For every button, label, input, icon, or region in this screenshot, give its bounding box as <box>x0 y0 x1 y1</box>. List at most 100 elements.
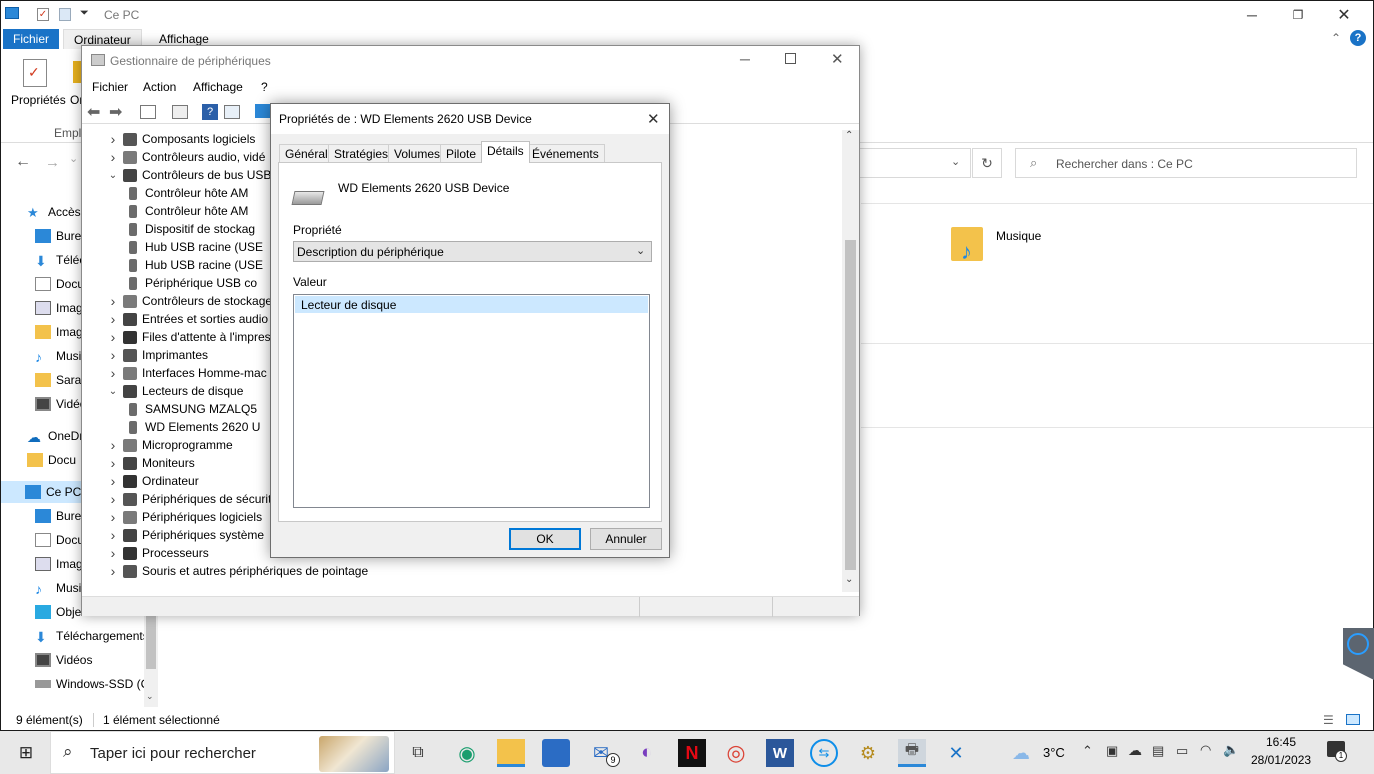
tree-row[interactable]: › Contrôleurs de stockage <box>106 292 272 310</box>
maximize-button[interactable] <box>785 53 796 64</box>
tree-row[interactable]: › Processeurs <box>106 544 209 562</box>
clock-date[interactable]: 28/01/2023 <box>1251 753 1311 767</box>
clock-time[interactable]: 16:45 <box>1266 735 1296 749</box>
collapse-chevron-icon[interactable]: › <box>106 545 120 561</box>
show-hidden-icons-icon[interactable]: ⌃ <box>1082 743 1093 759</box>
nav-onedrive[interactable]: ☁ OneDr <box>27 425 83 447</box>
back-arrow-icon[interactable]: ← <box>15 153 31 171</box>
music-folder-label[interactable]: Musique <box>996 229 1041 243</box>
music-folder-item[interactable]: ♪ <box>949 223 989 265</box>
tree-row[interactable]: › Imprimantes <box>106 346 208 364</box>
device-manager-taskbar-icon[interactable]: 🖶 <box>898 739 926 767</box>
forward-arrow-icon[interactable]: ➡ <box>109 102 122 122</box>
collapse-chevron-icon[interactable]: › <box>106 563 120 579</box>
tree-row[interactable]: Contrôleur hôte AM <box>125 184 248 202</box>
details-view-icon[interactable]: ☰ <box>1323 713 1334 727</box>
nav-images-3[interactable]: Imag <box>35 553 83 575</box>
close-button[interactable]: ✕ <box>647 110 660 128</box>
collapse-chevron-icon[interactable]: › <box>106 491 120 507</box>
tree-row[interactable]: Contrôleur hôte AM <box>125 202 248 220</box>
property-select[interactable]: Description du périphérique ⌄ <box>293 241 652 262</box>
tree-row[interactable]: WD Elements 2620 U <box>125 418 260 436</box>
tree-row[interactable]: SAMSUNG MZALQ5 <box>125 400 257 418</box>
collapse-chevron-icon[interactable]: › <box>106 293 120 309</box>
nav-images-2[interactable]: Imag <box>35 321 83 343</box>
display-icon[interactable]: ▤ <box>1152 743 1164 759</box>
recent-chevron-icon[interactable]: ⌄ <box>69 152 78 165</box>
collapse-chevron-icon[interactable]: › <box>106 527 120 543</box>
tree-row[interactable]: › Périphériques système <box>106 526 264 544</box>
tree-row[interactable]: Hub USB racine (USE <box>125 238 263 256</box>
store-icon[interactable] <box>542 739 570 767</box>
mail-icon[interactable]: ✉ 9 <box>587 739 620 767</box>
tab-fichier[interactable]: Fichier <box>3 29 60 49</box>
teamviewer-icon[interactable]: ⇆ <box>810 739 838 767</box>
properties-label[interactable]: Propriétés <box>11 93 66 107</box>
scrollbar-thumb[interactable] <box>845 240 856 570</box>
collapse-chevron-icon[interactable]: › <box>106 455 120 471</box>
value-list[interactable]: Lecteur de disque <box>293 294 650 508</box>
search-box[interactable]: ⌕ Rechercher dans : Ce PC <box>1015 148 1357 178</box>
nav-documents[interactable]: Docu <box>35 273 84 295</box>
menu-help[interactable]: ? <box>261 80 268 94</box>
tab-strategies[interactable]: Stratégies <box>328 144 395 162</box>
refresh-icon[interactable]: ↻ <box>972 148 1002 178</box>
properties-quick-icon[interactable]: ✓ <box>37 8 49 21</box>
nav-music[interactable]: ♪ Musi <box>35 345 81 367</box>
scan-hardware-icon[interactable] <box>255 104 271 118</box>
collapse-chevron-icon[interactable]: › <box>106 347 120 363</box>
ok-button[interactable]: OK <box>509 528 581 550</box>
start-button[interactable]: ⊞ <box>12 739 40 767</box>
nav-images[interactable]: Imag <box>35 297 83 319</box>
task-view-icon[interactable]: ⧉ <box>404 739 432 767</box>
customize-quick-access-icon[interactable]: ⏷ <box>80 7 89 20</box>
tree-row[interactable]: Hub USB racine (USE <box>125 256 263 274</box>
tree-row[interactable]: › Périphériques logiciels <box>106 508 262 526</box>
properties-large-icon[interactable]: ✓ <box>23 59 47 87</box>
address-bar[interactable]: ⌄ <box>859 148 971 178</box>
back-arrow-icon[interactable]: ⬅ <box>87 102 100 122</box>
restore-button[interactable]: ❐ <box>1275 1 1321 29</box>
utility-icon[interactable]: ⚙ <box>854 739 882 767</box>
large-icons-view-icon[interactable] <box>1346 714 1360 725</box>
nav-downloads-2[interactable]: ⬇ Téléchargements <box>35 625 149 647</box>
collapse-chevron-icon[interactable]: › <box>106 437 120 453</box>
tree-row[interactable]: › Interfaces Homme-mac <box>106 364 267 382</box>
expand-chevron-icon[interactable]: ⌄ <box>106 170 120 181</box>
tools-icon[interactable]: ✕ <box>942 739 970 767</box>
expand-chevron-icon[interactable]: ⌄ <box>106 386 120 397</box>
open-icon[interactable] <box>73 61 81 83</box>
nav-documents-2[interactable]: Docu <box>27 449 76 471</box>
nav-quick-access[interactable]: ★ Accès <box>27 201 81 223</box>
nav-3d-objects[interactable]: Obje <box>35 601 81 623</box>
show-hide-tree-icon[interactable] <box>140 105 156 119</box>
nav-downloads[interactable]: ⬇ Téléc <box>35 249 85 271</box>
vpn-icon[interactable]: ◐ <box>633 739 661 767</box>
tab-pilote[interactable]: Pilote <box>440 144 483 162</box>
taskbar-search[interactable]: ⌕ Taper ici pour rechercher <box>50 731 395 774</box>
collapse-chevron-icon[interactable]: › <box>106 149 120 165</box>
nav-videos-2[interactable]: Vidéos <box>35 649 92 671</box>
tree-row[interactable]: ⌄ Lecteurs de disque <box>106 382 244 400</box>
minimize-button[interactable]: ─ <box>740 51 750 67</box>
collapse-chevron-icon[interactable]: › <box>106 131 120 147</box>
tree-row[interactable]: ⌄ Contrôleurs de bus USB <box>106 166 272 184</box>
menu-fichier[interactable]: Fichier <box>92 80 128 94</box>
tree-row[interactable]: Périphérique USB co <box>125 274 257 292</box>
meet-icon[interactable]: ▣ <box>1106 743 1118 759</box>
tree-row[interactable]: › Microprogramme <box>106 436 233 454</box>
notifications-icon[interactable]: 1 <box>1327 741 1347 762</box>
forward-arrow-icon[interactable]: → <box>45 154 60 171</box>
battery-icon[interactable]: ▭ <box>1176 743 1188 759</box>
tree-row[interactable]: › Périphériques de sécurit <box>106 490 272 508</box>
tree-row[interactable]: › Souris et autres périphériques de point… <box>106 562 369 580</box>
menu-affichage[interactable]: Affichage <box>193 80 243 94</box>
nav-documents-3[interactable]: Docu <box>35 529 84 551</box>
minimize-button[interactable]: ─ <box>1229 1 1275 29</box>
new-folder-quick-icon[interactable] <box>59 8 71 21</box>
tree-scrollbar[interactable]: ⌃ ⌄ <box>842 130 859 592</box>
collapse-chevron-icon[interactable]: › <box>106 365 120 381</box>
help-icon[interactable]: ? <box>1350 30 1366 46</box>
volume-icon[interactable]: 🔈 <box>1223 742 1239 758</box>
scroll-down-icon[interactable]: ⌄ <box>146 691 154 702</box>
